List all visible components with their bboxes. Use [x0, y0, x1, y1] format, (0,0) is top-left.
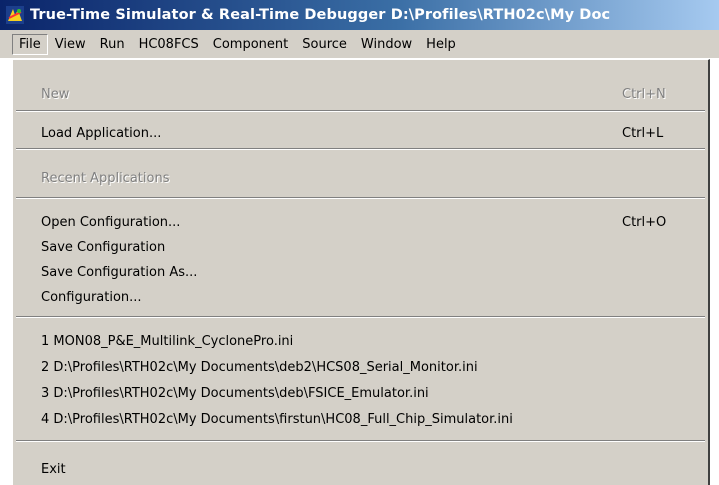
menu-item-new-label: New: [41, 86, 70, 102]
menu-separator: [16, 110, 705, 112]
menu-item-new[interactable]: New Ctrl+N: [13, 83, 708, 105]
menu-item-open-configuration[interactable]: Open Configuration... Ctrl+O: [13, 211, 708, 233]
menu-help[interactable]: Help: [420, 34, 463, 55]
title-bar[interactable]: True-Time Simulator & Real-Time Debugger…: [0, 0, 719, 30]
menu-item-exit[interactable]: Exit: [13, 458, 708, 480]
menu-item-new-shortcut: Ctrl+N: [622, 86, 666, 102]
menu-item-configuration[interactable]: Configuration...: [13, 286, 708, 308]
menu-item-open-configuration-shortcut: Ctrl+O: [622, 214, 667, 230]
menu-item-recent-config-3[interactable]: 3 D:\Profiles\RTH02c\My Documents\deb\FS…: [13, 382, 708, 404]
menu-separator: [16, 316, 705, 318]
menu-item-recent-config-4[interactable]: 4 D:\Profiles\RTH02c\My Documents\firstu…: [13, 408, 708, 430]
menu-item-save-configuration-as[interactable]: Save Configuration As...: [13, 261, 708, 283]
menu-source[interactable]: Source: [296, 34, 354, 55]
file-menu-dropdown: New Ctrl+N Load Application... Ctrl+L Re…: [12, 59, 710, 485]
menu-separator: [16, 148, 705, 150]
menu-item-save-configuration-label: Save Configuration: [41, 239, 166, 255]
menu-window[interactable]: Window: [355, 34, 419, 55]
menu-separator: [16, 197, 705, 199]
recent-config-label: 1 MON08_P&E_Multilink_CyclonePro.ini: [41, 333, 294, 349]
recent-config-label: 4 D:\Profiles\RTH02c\My Documents\firstu…: [41, 411, 513, 427]
menu-item-save-configuration-as-label: Save Configuration As...: [41, 264, 198, 280]
menu-item-save-configuration[interactable]: Save Configuration: [13, 236, 708, 258]
menu-item-recent-config-1[interactable]: 1 MON08_P&E_Multilink_CyclonePro.ini: [13, 330, 708, 352]
menu-item-recent-config-2[interactable]: 2 D:\Profiles\RTH02c\My Documents\deb2\H…: [13, 356, 708, 378]
menu-file[interactable]: File: [12, 33, 48, 55]
menu-item-configuration-label: Configuration...: [41, 289, 142, 305]
menu-hc08fcs[interactable]: HC08FCS: [133, 34, 206, 55]
menu-view[interactable]: View: [49, 34, 93, 55]
menu-item-recent-applications-label: Recent Applications: [41, 170, 170, 186]
window-title: True-Time Simulator & Real-Time Debugger…: [30, 7, 611, 23]
menu-item-load-application-label: Load Application...: [41, 125, 162, 141]
menu-item-load-application-shortcut: Ctrl+L: [622, 125, 664, 141]
menu-bar: File View Run HC08FCS Component Source W…: [0, 30, 719, 59]
recent-config-label: 3 D:\Profiles\RTH02c\My Documents\deb\FS…: [41, 385, 429, 401]
menu-component[interactable]: Component: [207, 34, 295, 55]
menu-item-exit-label: Exit: [41, 461, 66, 477]
menu-item-open-configuration-label: Open Configuration...: [41, 214, 181, 230]
menu-separator: [16, 440, 705, 442]
menu-item-recent-applications[interactable]: Recent Applications: [13, 167, 708, 189]
menu-item-load-application[interactable]: Load Application... Ctrl+L: [13, 122, 708, 144]
recent-config-label: 2 D:\Profiles\RTH02c\My Documents\deb2\H…: [41, 359, 478, 375]
simulator-app-icon[interactable]: [6, 6, 24, 24]
menu-run[interactable]: Run: [94, 34, 132, 55]
